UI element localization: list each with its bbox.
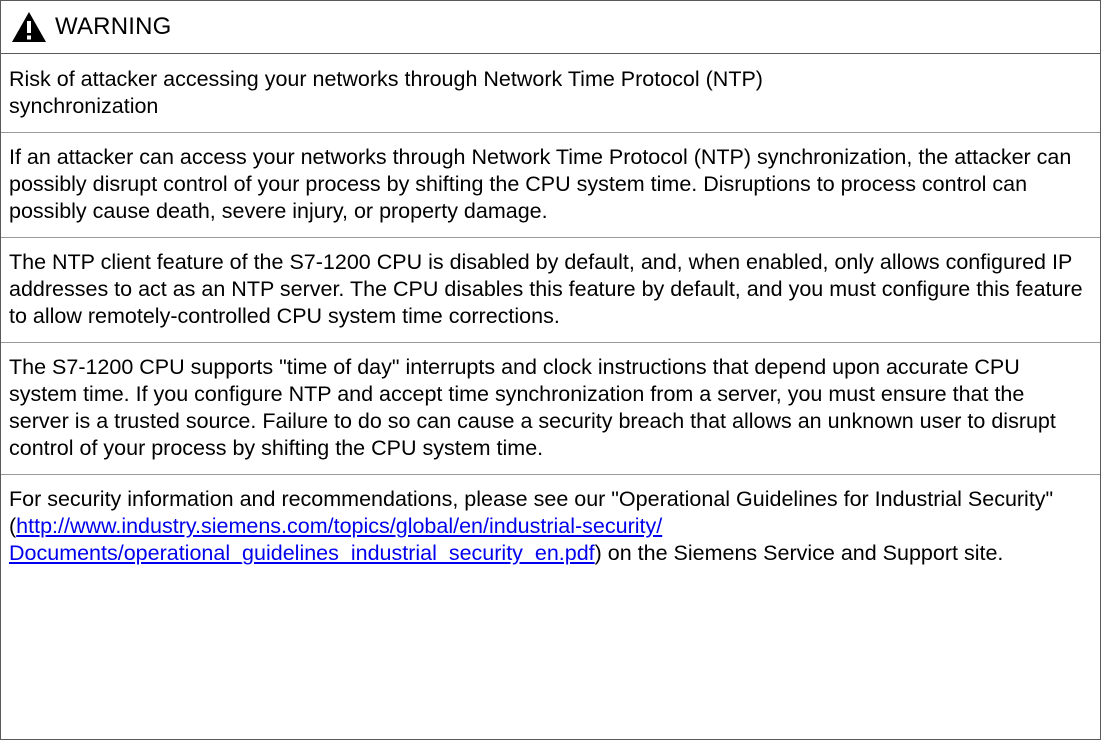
guidelines-link-line-1[interactable]: http://www.industry.siemens.com/topics/g… (16, 514, 662, 538)
warning-header: WARNING (1, 1, 1100, 54)
subject-line-1: Risk of attacker accessing your networks… (9, 67, 763, 91)
divider (1, 474, 1100, 475)
paragraph-time-of-day: The S7-1200 CPU supports "time of day" i… (9, 355, 1056, 460)
paragraph-consequences: If an attacker can access your networks … (9, 145, 1072, 223)
security-text-after: ) on the Siemens Service and Support sit… (594, 541, 1004, 565)
subject-line-2: synchronization (9, 94, 159, 118)
divider (1, 132, 1100, 133)
warning-box: WARNING Risk of attacker accessing your … (0, 0, 1101, 740)
warning-body: Risk of attacker accessing your networks… (1, 54, 1100, 567)
warning-title: WARNING (55, 13, 172, 40)
divider (1, 342, 1100, 343)
divider (1, 237, 1100, 238)
paragraph-security-guidelines: For security information and recommendat… (9, 486, 1090, 567)
guidelines-link-line-2[interactable]: Documents/operational_guidelines_industr… (9, 541, 595, 565)
warning-triangle-icon (11, 11, 47, 43)
guidelines-link[interactable]: http://www.industry.siemens.com/topics/g… (9, 514, 662, 565)
paragraph-ntp-default: The NTP client feature of the S7-1200 CP… (9, 250, 1083, 328)
warning-subject: Risk of attacker accessing your networks… (9, 66, 1090, 120)
